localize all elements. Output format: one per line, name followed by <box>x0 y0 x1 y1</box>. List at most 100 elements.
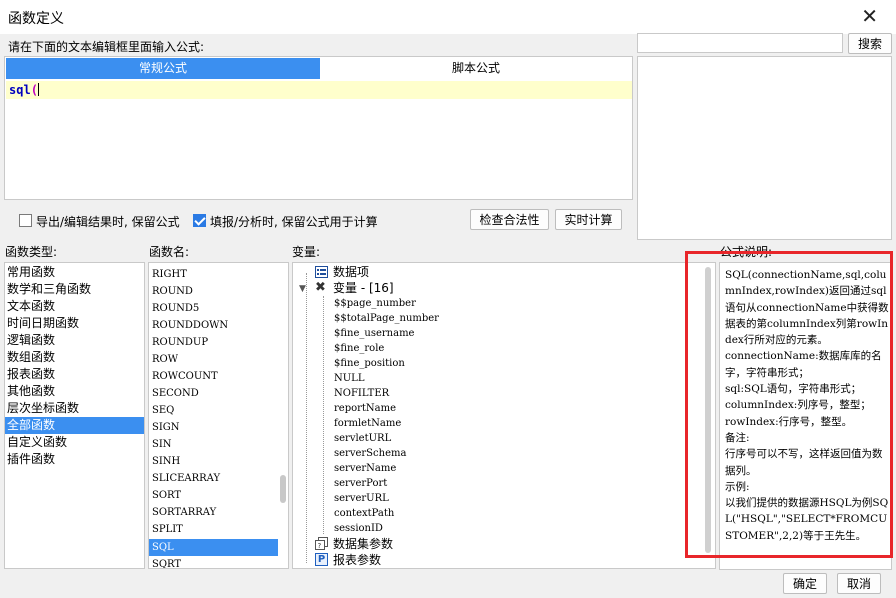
description-line: SQL(connectionName,sql,columnIndex,rowIn… <box>725 269 889 347</box>
variable-item[interactable]: NOFILTER <box>334 386 389 401</box>
func-name-item-selected[interactable]: SQL <box>149 539 278 556</box>
func-name-item[interactable]: ROW <box>149 351 278 368</box>
variable-item[interactable]: $$page_number <box>334 296 416 311</box>
func-name-item[interactable]: ROUNDDOWN <box>149 317 278 334</box>
func-name-item[interactable]: ROUNDUP <box>149 334 278 351</box>
variables-header: 变量: <box>292 245 321 259</box>
variable-item[interactable]: contextPath <box>334 506 394 521</box>
description-line: connectionName:数据库库的名字，字符串形式； <box>725 350 882 379</box>
variable-item[interactable]: $$totalPage_number <box>334 311 439 326</box>
dataset-params-icon: ? <box>315 537 328 550</box>
variable-item[interactable]: formletName <box>334 416 401 431</box>
formula-input[interactable]: sql( <box>6 81 632 99</box>
svg-text:?: ? <box>318 542 322 550</box>
variable-item[interactable]: $fine_username <box>334 326 414 341</box>
func-type-item[interactable]: 自定义函数 <box>5 434 144 451</box>
func-type-item[interactable]: 层次坐标函数 <box>5 400 144 417</box>
description-line: rowIndex:行序号，整型。 <box>725 415 853 428</box>
formula-editor: 常规公式 脚本公式 sql( <box>4 56 633 200</box>
func-names-list: RIGHT ROUND ROUND5 ROUNDDOWN ROUNDUP ROW… <box>148 262 289 569</box>
variable-x-icon: ✖ <box>315 280 326 295</box>
func-type-item[interactable]: 报表函数 <box>5 366 144 383</box>
func-name-item[interactable]: SINH <box>149 453 278 470</box>
variables-group-node[interactable]: 变量 - [16] <box>333 280 394 296</box>
func-name-item[interactable]: SLICEARRAY <box>149 470 278 487</box>
func-types-list: 常用函数 数学和三角函数 文本函数 时间日期函数 逻辑函数 数组函数 报表函数 … <box>4 262 145 569</box>
text-caret <box>37 83 39 96</box>
variables-tree: 数据项 ▼ ✖ 变量 - [16] $$page_number $$totalP… <box>292 262 716 569</box>
close-icon[interactable]: ✕ <box>861 5 878 27</box>
func-type-item[interactable]: 数组函数 <box>5 349 144 366</box>
variable-item[interactable]: serverSchema <box>334 446 406 461</box>
data-items-node[interactable]: 数据项 <box>333 264 369 280</box>
variable-item[interactable]: NULL <box>334 371 364 386</box>
func-name-item[interactable]: ROUND <box>149 283 278 300</box>
tab-regular-formula[interactable]: 常规公式 <box>6 58 320 79</box>
variable-item[interactable]: serverURL <box>334 491 389 506</box>
func-name-item[interactable]: ROWCOUNT <box>149 368 278 385</box>
tree-line <box>306 273 307 563</box>
func-name-item[interactable]: SORT <box>149 487 278 504</box>
dataset-params-node[interactable]: 数据集参数 <box>333 536 393 552</box>
func-types-header: 函数类型: <box>5 245 58 259</box>
variable-item[interactable]: sessionID <box>334 521 383 536</box>
description-header: 公式说明: <box>720 245 773 259</box>
func-type-item-selected[interactable]: 全部函数 <box>5 417 144 434</box>
data-items-icon <box>315 266 328 278</box>
variable-item[interactable]: servletURL <box>334 431 391 446</box>
func-name-item[interactable]: RIGHT <box>149 266 278 283</box>
title-bar: 函数定义 ✕ <box>0 0 896 34</box>
func-type-item[interactable]: 数学和三角函数 <box>5 281 144 298</box>
tab-script-formula[interactable]: 脚本公式 <box>320 58 632 79</box>
variable-item[interactable]: serverPort <box>334 476 387 491</box>
export-keep-checkbox[interactable] <box>19 214 32 227</box>
search-input[interactable] <box>637 33 843 53</box>
editor-prompt: 请在下面的文本编辑框里面输入公式: <box>8 40 205 54</box>
formula-description-panel: SQL(connectionName,sql,columnIndex,rowIn… <box>719 262 892 570</box>
description-line: sql:SQL语句，字符串形式； <box>725 383 862 396</box>
variables-scrollbar[interactable] <box>705 267 711 553</box>
code-function: sql <box>9 83 31 97</box>
report-params-icon: P <box>315 553 328 566</box>
description-text: SQL(connectionName,sql,columnIndex,rowIn… <box>725 267 890 544</box>
ok-button[interactable]: 确定 <box>783 573 827 594</box>
func-name-item[interactable]: SORTARRAY <box>149 504 278 521</box>
code-paren: ( <box>30 83 38 97</box>
func-name-item[interactable]: SIGN <box>149 419 278 436</box>
search-button[interactable]: 搜索 <box>848 33 892 54</box>
search-results-pane[interactable] <box>637 56 892 240</box>
func-name-item[interactable]: SPLIT <box>149 521 278 538</box>
tree-line <box>323 296 324 534</box>
func-name-item[interactable]: SQRT <box>149 556 278 568</box>
expand-chevron-icon[interactable]: ▼ <box>299 284 306 294</box>
func-type-item[interactable]: 常用函数 <box>5 264 144 281</box>
report-params-node[interactable]: 报表参数 <box>333 552 381 568</box>
func-name-item[interactable]: SIN <box>149 436 278 453</box>
func-type-item[interactable]: 插件函数 <box>5 451 144 468</box>
validate-button[interactable]: 检查合法性 <box>470 209 549 230</box>
description-line: 示例: <box>725 480 750 493</box>
variable-item[interactable]: serverName <box>334 461 396 476</box>
description-line: 以我们提供的数据源HSQL为例SQL("HSQL","SELECT*FROMCU… <box>725 497 889 542</box>
fill-keep-label: 填报/分析时, 保留公式用于计算 <box>210 215 378 229</box>
description-line: columnIndex:列序号，整型； <box>725 399 871 412</box>
variables-group-label: 变量 - [16] <box>333 281 394 295</box>
window-title: 函数定义 <box>8 11 64 27</box>
func-names-header: 函数名: <box>149 245 190 259</box>
func-name-item[interactable]: ROUND5 <box>149 300 278 317</box>
func-name-item[interactable]: SECOND <box>149 385 278 402</box>
func-type-item[interactable]: 逻辑函数 <box>5 332 144 349</box>
fill-keep-checkbox[interactable] <box>193 214 206 227</box>
variable-item[interactable]: $fine_role <box>334 341 384 356</box>
func-type-item[interactable]: 其他函数 <box>5 383 144 400</box>
func-names-scrollbar[interactable] <box>280 475 286 503</box>
func-name-item[interactable]: SEQ <box>149 402 278 419</box>
description-line: 备注: <box>725 431 750 444</box>
variable-item[interactable]: $fine_position <box>334 356 405 371</box>
description-line: 行序号可以不写，这样返回值为数据列。 <box>725 448 883 477</box>
cancel-button[interactable]: 取消 <box>837 573 881 594</box>
variable-item[interactable]: reportName <box>334 401 396 416</box>
func-type-item[interactable]: 文本函数 <box>5 298 144 315</box>
func-type-item[interactable]: 时间日期函数 <box>5 315 144 332</box>
realtime-calc-button[interactable]: 实时计算 <box>555 209 622 230</box>
